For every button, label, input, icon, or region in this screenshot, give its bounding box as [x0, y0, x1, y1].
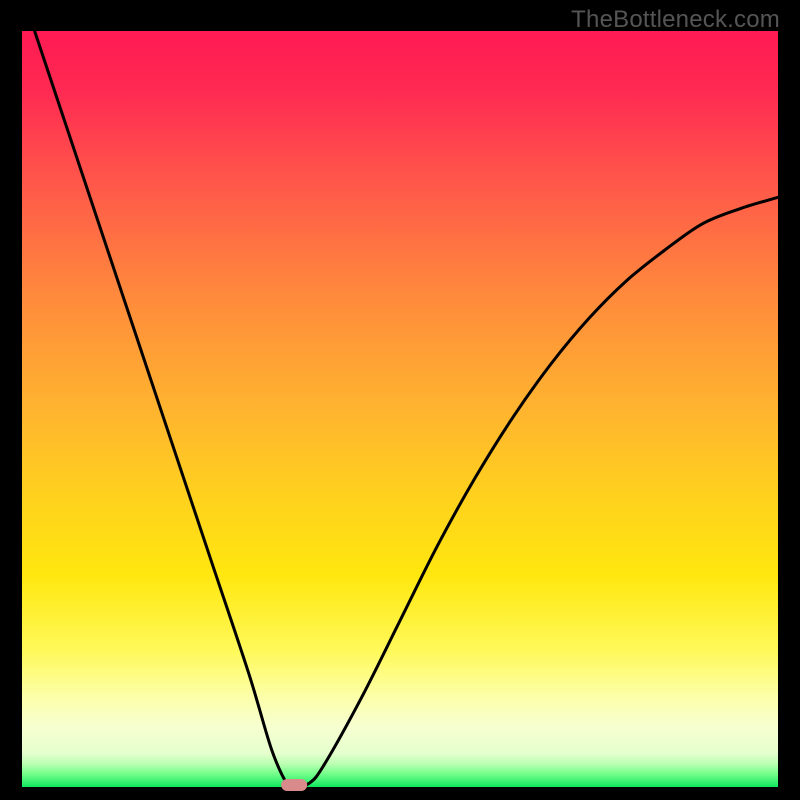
optimal-point-marker — [281, 779, 307, 791]
watermark-text: TheBottleneck.com — [571, 6, 780, 34]
plot-area — [22, 31, 778, 787]
chart-svg — [0, 0, 800, 800]
bottleneck-chart: TheBottleneck.com — [0, 0, 800, 800]
